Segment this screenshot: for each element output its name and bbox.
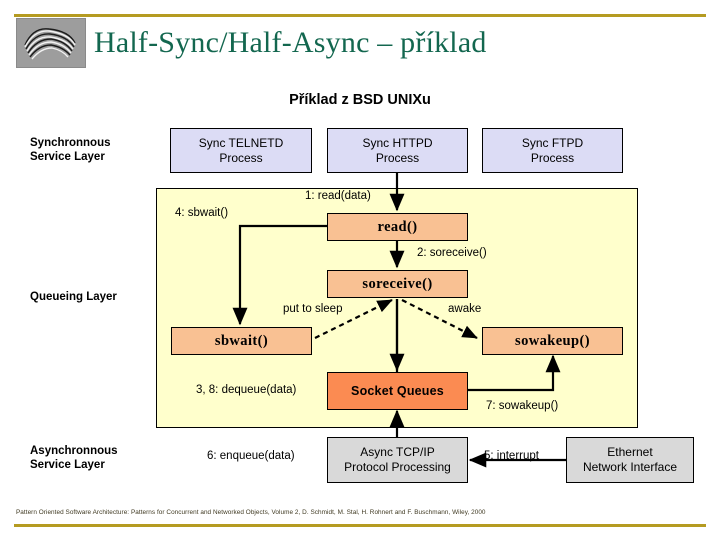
slide: Half-Sync/Half-Async – příklad Příklad z…	[0, 0, 720, 540]
label-asynchronous-line1: Asynchronnous	[30, 445, 118, 457]
box-sync-httpd-process[interactable]: Sync HTTPD Process	[327, 128, 468, 173]
box-sync-telnetd-line2: Process	[219, 150, 263, 165]
label-interrupt: 5: interrupt	[484, 450, 539, 462]
scribble-logo-icon	[16, 18, 86, 68]
box-sync-ftpd-line2: Process	[530, 150, 575, 165]
label-synchronous-line1: Synchronnous	[30, 137, 111, 149]
label-put-to-sleep: put to sleep	[283, 303, 343, 315]
box-sowakeup-name: sowakeup()	[515, 332, 590, 349]
slide-subtitle: Příklad z BSD UNIXu	[289, 92, 431, 108]
box-ethernet-text: Ethernet Network Interface	[583, 445, 677, 475]
box-sync-ftpd-line1: Sync FTPD	[521, 135, 584, 150]
label-asynchronous-line2: Service Layer	[30, 459, 105, 471]
box-soreceive-name: soreceive	[362, 275, 423, 292]
box-sync-ftpd-text: Sync FTPD Process	[522, 136, 583, 166]
footer-citation: Pattern Oriented Software Architecture: …	[16, 509, 486, 516]
box-sync-httpd-line2: Process	[375, 150, 420, 165]
box-sync-telnetd-process[interactable]: Sync TELNETD Process	[170, 128, 312, 173]
box-sync-httpd-text: Sync HTTPD Process	[362, 136, 432, 166]
box-sowakeup-function[interactable]: sowakeup()	[482, 327, 623, 355]
label-enqueue: 6: enqueue(data)	[207, 450, 295, 462]
box-socket-queues[interactable]: Socket Queues	[327, 372, 468, 410]
box-async-tcpip-line1: Async TCP/IP	[360, 445, 435, 459]
box-sbwait-name: sbwait	[214, 332, 258, 349]
box-async-tcpip-text: Async TCP/IP Protocol Processing	[344, 445, 451, 475]
label-dequeue: 3, 8: dequeue(data)	[196, 384, 297, 396]
box-sync-ftpd-process[interactable]: Sync FTPD Process	[482, 128, 623, 173]
label-asynchronous-layer: Asynchronnous Service Layer	[30, 444, 118, 472]
label-sowakeup-7: 7: sowakeup()	[486, 400, 559, 412]
page-title: Half-Sync/Half-Async – příklad	[94, 26, 487, 59]
box-sbwait-parens: ()	[257, 332, 269, 349]
box-ethernet-line2: Network Interface	[582, 460, 678, 474]
label-read-data: 1: read(data)	[305, 190, 371, 202]
box-read-name: read	[377, 218, 408, 235]
label-queueing-layer: Queueing Layer	[30, 291, 117, 303]
header-rule	[14, 14, 706, 17]
box-read-function[interactable]: read()	[327, 213, 468, 241]
box-sync-httpd-line1: Sync HTTPD	[362, 135, 433, 150]
box-sync-telnetd-text: Sync TELNETD Process	[199, 136, 283, 166]
box-sbwait-function[interactable]: sbwait()	[171, 327, 312, 355]
box-soreceive-parens: ()	[422, 275, 433, 292]
box-ethernet-line1: Ethernet	[607, 445, 653, 459]
box-sync-telnetd-line1: Sync TELNETD	[198, 135, 284, 150]
label-awake: awake	[448, 303, 482, 315]
footer-rule	[14, 524, 706, 527]
label-sbwait-call: 4: sbwait()	[175, 207, 229, 219]
box-ethernet-interface[interactable]: Ethernet Network Interface	[566, 437, 694, 483]
box-soreceive-function[interactable]: soreceive()	[327, 270, 468, 298]
box-read-parens: ()	[407, 218, 418, 235]
label-synchronous-line2: Service Layer	[30, 151, 105, 163]
label-synchronous-layer: Synchronnous Service Layer	[30, 136, 111, 164]
box-async-tcpip[interactable]: Async TCP/IP Protocol Processing	[327, 437, 468, 483]
label-soreceive-call: 2: soreceive()	[417, 247, 487, 259]
box-async-tcpip-line2: Protocol Processing	[344, 460, 451, 474]
